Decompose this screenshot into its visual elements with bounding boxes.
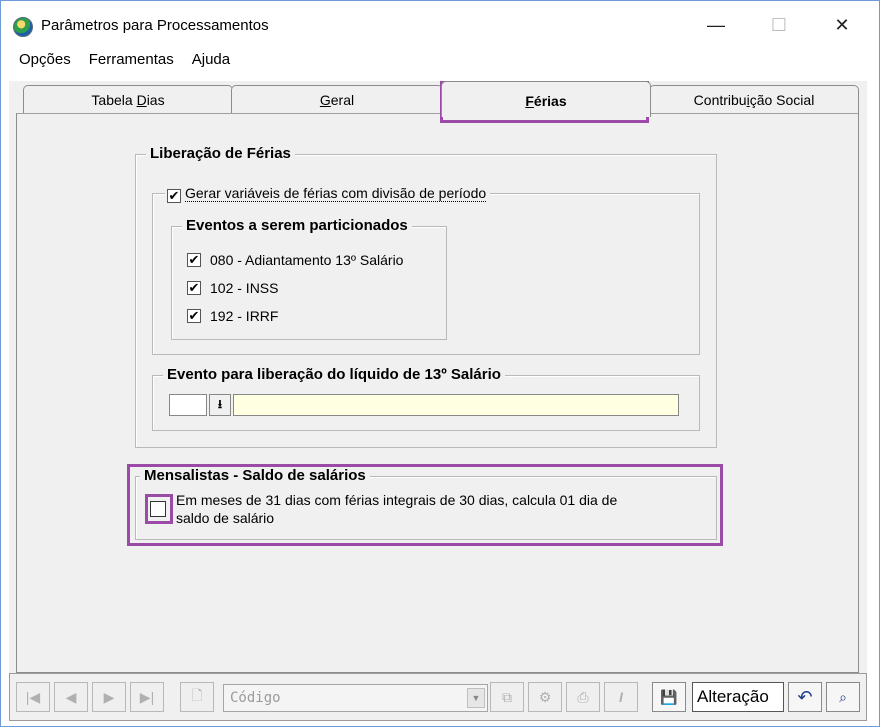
split-period-checkbox[interactable]: ✔	[167, 189, 181, 203]
evento-192-label: 192 - IRRF	[210, 308, 279, 324]
split-period-header: ✔ Gerar variáveis de férias com divisão d…	[165, 183, 491, 204]
maximize-button[interactable]: ☐	[756, 9, 802, 41]
minimize-button[interactable]: —	[693, 9, 739, 41]
split-period-label: Gerar variáveis de férias com divisão de…	[185, 185, 487, 202]
menu-opcoes[interactable]: Opções	[1, 51, 80, 68]
save-disk-icon[interactable]: 💾	[652, 682, 686, 712]
tab-contribuicao-social[interactable]: Contribuição Social	[649, 85, 859, 115]
evento-liquido-group: Evento para liberação do líquido de 13º …	[152, 365, 700, 431]
new-document-icon[interactable]: 🗋	[180, 682, 214, 712]
close-button[interactable]: ✕	[819, 9, 865, 41]
evento-code-input[interactable]	[169, 394, 207, 416]
app-icon	[13, 17, 33, 37]
codigo-combo-placeholder: Código	[230, 690, 281, 706]
codigo-combo[interactable]: Código ▼	[223, 684, 488, 712]
last-record-button[interactable]: ▶|	[130, 682, 164, 712]
mensalistas-highlight	[127, 464, 723, 546]
evento-192-checkbox[interactable]: ✔	[187, 309, 201, 323]
menu-ajuda[interactable]: Ajuda	[183, 51, 239, 68]
eventos-title: Eventos a serem particionados	[182, 216, 412, 236]
download-arrow-icon[interactable]: ⭳	[209, 394, 231, 416]
prev-record-button[interactable]: ◀	[54, 682, 88, 712]
tab-tabela-dias[interactable]: Tabela Dias	[23, 85, 233, 115]
chevron-down-icon[interactable]: ▼	[467, 688, 485, 708]
evento-080-label: 080 - Adiantamento 13º Salário	[210, 252, 404, 268]
evento-102-checkbox[interactable]: ✔	[187, 281, 201, 295]
split-period-group: ✔ Gerar variáveis de férias com divisão d…	[152, 183, 700, 355]
menu-ferramentas[interactable]: Ferramentas	[80, 51, 183, 68]
undo-icon[interactable]: ↶	[788, 682, 822, 712]
tab-ferias[interactable]: Férias	[441, 81, 651, 117]
first-record-button[interactable]: |◀	[16, 682, 50, 712]
eventos-group: Eventos a serem particionados ✔ 080 - Ad…	[171, 216, 447, 340]
binoculars-icon[interactable]: ⌕	[826, 682, 860, 712]
title-bar: Parâmetros para Processamentos — ☐ ✕	[1, 1, 879, 41]
window-title: Parâmetros para Processamentos	[41, 17, 269, 34]
ferias-tab-panel: Liberação de Férias ✔ Gerar variáveis de …	[16, 113, 859, 673]
evento-102-label: 102 - INSS	[210, 280, 279, 296]
client-area: Tabela Dias Geral Contribuição Social Li…	[9, 81, 867, 721]
main-window: Parâmetros para Processamentos — ☐ ✕ Opç…	[0, 0, 880, 727]
menu-bar: Opções Ferramentas Ajuda	[1, 45, 879, 73]
checkbox-highlight	[145, 494, 173, 524]
print-icon[interactable]: ⎙	[566, 682, 600, 712]
evento-080-checkbox[interactable]: ✔	[187, 253, 201, 267]
settings-gear-icon[interactable]: ⚙	[528, 682, 562, 712]
liberacao-ferias-title: Liberação de Férias	[146, 144, 295, 164]
copy-record-icon[interactable]: ⧉	[490, 682, 524, 712]
tab-geral[interactable]: Geral	[231, 85, 443, 115]
evento-description-field	[233, 394, 679, 416]
bottom-toolbar: |◀ ◀ ▶ ▶| 🗋 Código ▼ ⧉ ⚙ ⎙ I 💾 Alteração…	[9, 673, 867, 721]
liberacao-ferias-group: Liberação de Férias ✔ Gerar variáveis de …	[135, 144, 717, 448]
mode-status: Alteração	[692, 682, 784, 712]
italic-icon[interactable]: I	[604, 682, 638, 712]
next-record-button[interactable]: ▶	[92, 682, 126, 712]
evento-liquido-title: Evento para liberação do líquido de 13º …	[163, 365, 505, 385]
